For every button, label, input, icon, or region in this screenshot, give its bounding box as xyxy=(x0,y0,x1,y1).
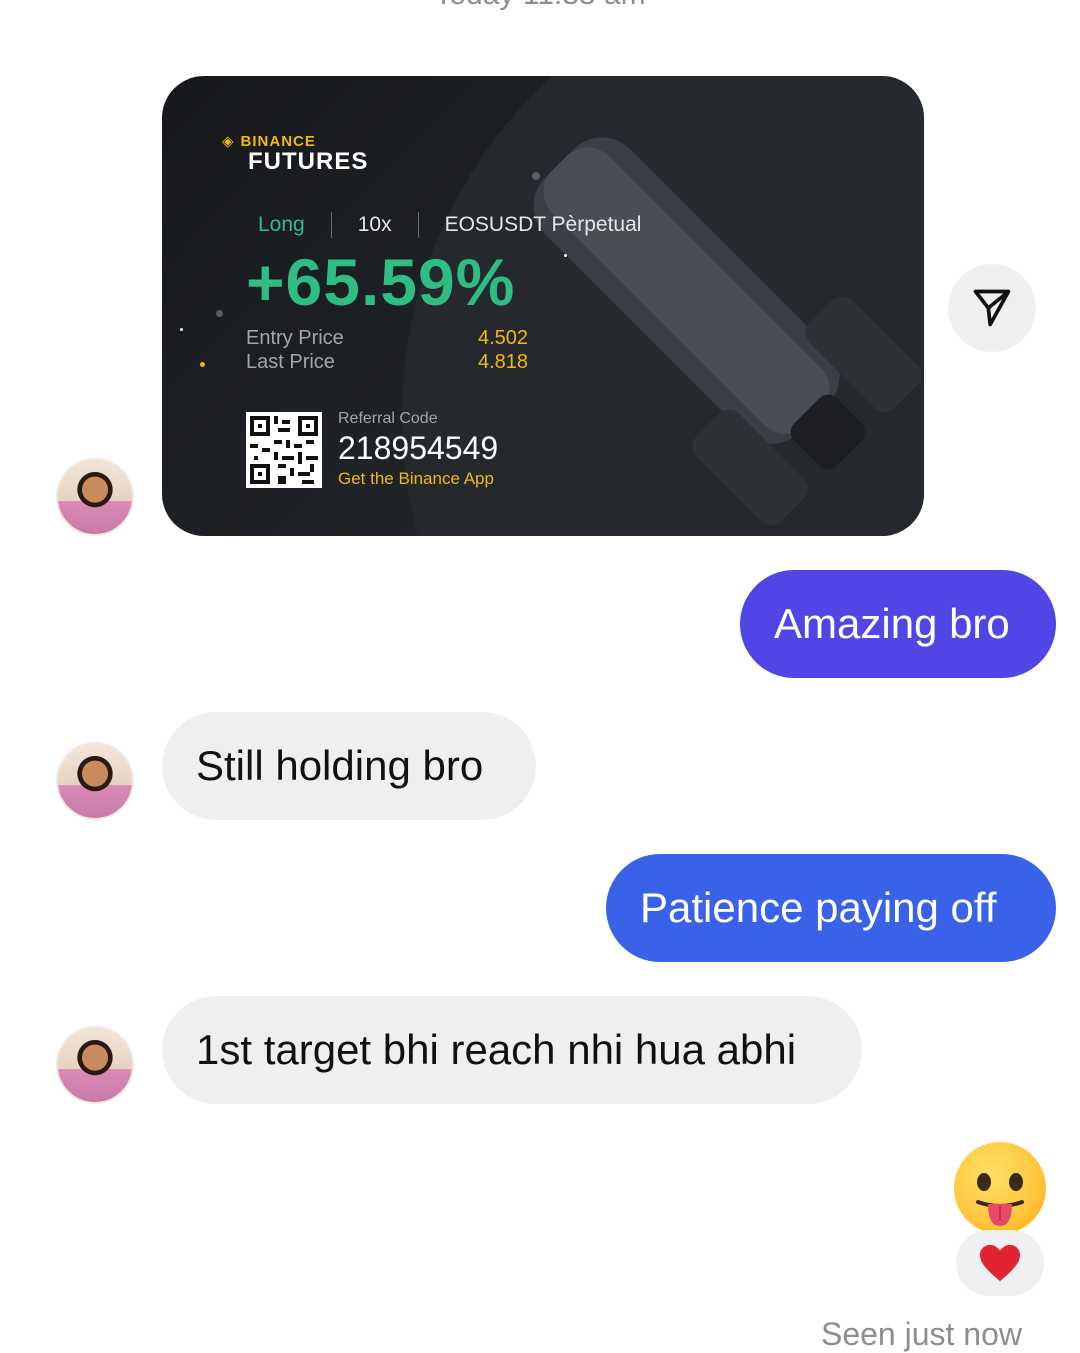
shared-binance-card[interactable]: ◈ BINANCE FUTURES Long 10x EOSUSDT Pèrpet… xyxy=(162,76,924,536)
message-bubble-received[interactable]: 1st target bhi reach nhi hua abhi xyxy=(162,996,862,1104)
last-price-value: 4.818 xyxy=(478,351,529,373)
referral-section: Referral Code 218954549 Get the Binance … xyxy=(338,410,498,489)
message-bubble-sent[interactable]: Patience paying off xyxy=(606,854,1056,962)
pnl-percentage: +65.59% xyxy=(246,245,516,319)
sparkle-dot xyxy=(200,362,205,367)
last-price-label: Last Price xyxy=(246,351,335,373)
message-bubble-sent[interactable]: Amazing bro xyxy=(740,570,1056,678)
sparkle-dot xyxy=(564,254,567,257)
share-button[interactable] xyxy=(948,264,1036,352)
leverage: 10x xyxy=(357,213,392,236)
referral-label: Referral Code xyxy=(338,410,438,427)
send-icon xyxy=(973,289,1011,327)
conversation-timestamp: Today 11:33 am xyxy=(0,0,1080,12)
divider xyxy=(417,212,419,238)
divider xyxy=(330,212,332,238)
qr-code-icon xyxy=(246,412,322,488)
entry-price-label: Entry Price xyxy=(246,327,344,349)
price-values: 4.502 4.818 xyxy=(478,326,528,374)
trade-info-row: Long 10x EOSUSDT Pèrpetual xyxy=(258,212,641,238)
emoji-face xyxy=(976,1173,1024,1226)
brand-top-text: BINANCE xyxy=(240,132,316,150)
message-text: 1st target bhi reach nhi hua abhi xyxy=(196,1026,797,1073)
binance-diamond-icon: ◈ xyxy=(222,133,235,150)
sparkle-dot xyxy=(216,310,223,317)
face-with-tongue-icon[interactable] xyxy=(954,1142,1046,1234)
get-app-text: Get the Binance App xyxy=(338,469,494,488)
contact-avatar[interactable] xyxy=(56,1026,134,1104)
seen-status: Seen just now xyxy=(820,1316,1022,1352)
binance-futures-logo: ◈ BINANCE FUTURES xyxy=(222,132,368,176)
message-text: Patience paying off xyxy=(640,884,997,931)
referral-code: 218954549 xyxy=(338,430,499,466)
position-side: Long xyxy=(258,213,305,236)
sparkle-dot xyxy=(180,328,183,331)
contact-avatar[interactable] xyxy=(56,742,134,820)
sparkle-dot xyxy=(532,172,540,180)
entry-price-value: 4.502 xyxy=(478,327,529,349)
brand-bottom-text: FUTURES xyxy=(248,148,369,175)
message-bubble-received[interactable]: Still holding bro xyxy=(162,712,536,820)
red-heart-icon xyxy=(980,1244,1020,1282)
reaction-pill[interactable] xyxy=(956,1230,1044,1296)
price-labels: Entry Price Last Price xyxy=(246,326,344,374)
message-text: Amazing bro xyxy=(774,600,1010,647)
contract-name: EOSUSDT Pèrpetual xyxy=(444,213,642,236)
message-text: Still holding bro xyxy=(196,742,484,789)
contact-avatar[interactable] xyxy=(56,458,134,536)
